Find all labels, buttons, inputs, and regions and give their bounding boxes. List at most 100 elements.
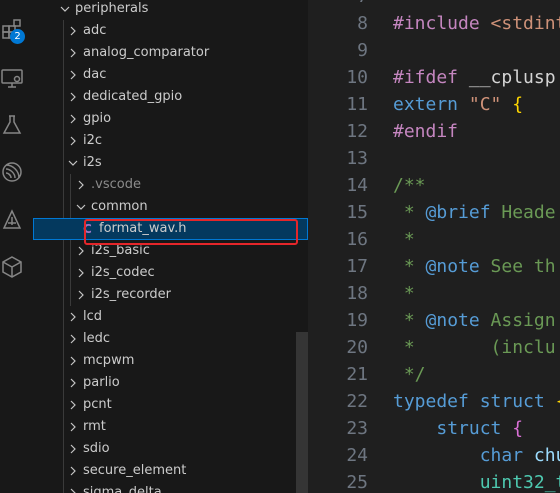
tree-item-lcd[interactable]: lcd bbox=[33, 306, 308, 328]
line-number: 9 bbox=[357, 40, 368, 61]
chevron-right-icon bbox=[67, 108, 79, 130]
tree-item-label: dac bbox=[83, 67, 107, 82]
container-icon[interactable] bbox=[0, 255, 24, 279]
deploy-icon[interactable] bbox=[0, 208, 24, 232]
tree-item-i2s-codec[interactable]: i2s_codec bbox=[33, 262, 308, 284]
tree-item-label: adc bbox=[83, 23, 107, 38]
tree-item-ledc[interactable]: ledc bbox=[33, 328, 308, 350]
chevron-right-icon bbox=[67, 328, 79, 350]
extensions-badge: 2 bbox=[10, 29, 25, 44]
tree-item-sdio[interactable]: sdio bbox=[33, 438, 308, 460]
tree-item-i2s-recorder[interactable]: i2s_recorder bbox=[33, 284, 308, 306]
tree-item-mcpwm[interactable]: mcpwm bbox=[33, 350, 308, 372]
chevron-right-icon bbox=[75, 174, 87, 196]
code-line-15: * @brief Heade bbox=[393, 202, 556, 223]
line-number: 7 bbox=[308, 0, 368, 10]
chevron-right-icon bbox=[67, 86, 79, 108]
annotation-highlight-box bbox=[84, 219, 298, 245]
chevron-right-icon bbox=[75, 284, 87, 306]
code-line-11: extern "C" { bbox=[393, 94, 524, 115]
code-line-20: * (inclu bbox=[393, 337, 556, 358]
tree-item-vscode[interactable]: .vscode bbox=[33, 174, 308, 196]
tree-item-i2s[interactable]: i2s bbox=[33, 152, 308, 174]
tree-item-label: peripherals bbox=[75, 1, 149, 16]
line-number: 23 bbox=[346, 418, 368, 439]
chevron-down-icon bbox=[67, 152, 79, 174]
code-line-23: struct { bbox=[436, 418, 524, 439]
chevron-right-icon bbox=[67, 394, 79, 416]
line-number: 14 bbox=[346, 175, 368, 196]
line-number: 17 bbox=[346, 256, 368, 277]
line-number: 12 bbox=[346, 121, 368, 142]
code-line-22: typedef struct { bbox=[393, 391, 560, 412]
code-line-18: * bbox=[393, 283, 415, 304]
activity-bar: 2 bbox=[0, 0, 33, 493]
code-line-16: * bbox=[393, 229, 415, 250]
code-line-21: */ bbox=[393, 364, 426, 385]
chevron-down-icon bbox=[75, 196, 87, 218]
code-line-10: #ifdef __cplusp bbox=[393, 67, 556, 88]
code-editor[interactable]: 7 8 9 10 11 12 13 14 15 16 17 18 19 20 2… bbox=[308, 0, 560, 493]
code-line-24: char chu bbox=[479, 445, 560, 466]
tree-item-label: rmt bbox=[83, 419, 106, 434]
tree-item-label: pcnt bbox=[83, 397, 112, 412]
tree-item-label: .vscode bbox=[91, 177, 141, 192]
chevron-right-icon bbox=[67, 306, 79, 328]
line-number: 19 bbox=[346, 310, 368, 331]
tree-item-label: secure_element bbox=[83, 463, 187, 478]
tree-item-label: i2c bbox=[83, 133, 103, 148]
sidebar-scrollbar[interactable] bbox=[296, 332, 308, 493]
tree-item-label: sdio bbox=[83, 441, 110, 456]
tree-item-dedicated-gpio[interactable]: dedicated_gpio bbox=[33, 86, 308, 108]
tree-item-parlio[interactable]: parlio bbox=[33, 372, 308, 394]
tree-item-label: gpio bbox=[83, 111, 112, 126]
remote-explorer-icon[interactable] bbox=[0, 66, 24, 90]
code-line-17: * @note See th bbox=[393, 256, 556, 277]
chevron-right-icon bbox=[75, 262, 87, 284]
explorer-tree: peripherals adc analog_comparator dac de… bbox=[33, 0, 308, 493]
code-line-8: #include <stdint bbox=[393, 13, 560, 34]
line-number: 24 bbox=[346, 445, 368, 466]
chevron-right-icon bbox=[67, 372, 79, 394]
tree-item-label: i2s_recorder bbox=[91, 287, 172, 302]
chevron-right-icon bbox=[67, 460, 79, 482]
chevron-right-icon bbox=[67, 20, 79, 42]
chevron-right-icon bbox=[67, 438, 79, 460]
line-number: 21 bbox=[346, 364, 368, 385]
tree-item-label: i2s_codec bbox=[91, 265, 155, 280]
tree-item-label: mcpwm bbox=[83, 353, 135, 368]
tree-item-secure-element[interactable]: secure_element bbox=[33, 460, 308, 482]
line-number: 15 bbox=[346, 202, 368, 223]
chevron-right-icon bbox=[67, 416, 79, 438]
tree-item-label: analog_comparator bbox=[83, 45, 210, 60]
tree-item-sigma-delta[interactable]: sigma_delta bbox=[33, 482, 308, 493]
tree-item-i2c[interactable]: i2c bbox=[33, 130, 308, 152]
tree-item-pcnt[interactable]: pcnt bbox=[33, 394, 308, 416]
line-number: 10 bbox=[346, 67, 368, 88]
tree-item-label: common bbox=[91, 199, 148, 214]
chevron-right-icon bbox=[67, 42, 79, 64]
line-number: 13 bbox=[346, 148, 368, 169]
tree-item-rmt[interactable]: rmt bbox=[33, 416, 308, 438]
tree-item-gpio[interactable]: gpio bbox=[33, 108, 308, 130]
testing-icon[interactable] bbox=[0, 113, 24, 137]
tree-item-peripherals[interactable]: peripherals bbox=[33, 0, 308, 20]
tree-item-dac[interactable]: dac bbox=[33, 64, 308, 86]
esp-idf-icon[interactable] bbox=[0, 160, 24, 184]
line-number: 20 bbox=[346, 337, 368, 358]
line-number: 11 bbox=[346, 94, 368, 115]
tree-item-adc[interactable]: adc bbox=[33, 20, 308, 42]
code-line-12: #endif bbox=[393, 121, 459, 142]
code-line-19: * @note Assign bbox=[393, 310, 556, 331]
code-line-14: /** bbox=[393, 175, 426, 196]
line-number: 25 bbox=[346, 472, 368, 493]
tree-item-label: ledc bbox=[83, 331, 111, 346]
tree-item-label: sigma_delta bbox=[83, 485, 162, 493]
tree-item-label: dedicated_gpio bbox=[83, 89, 183, 104]
code-line-25: uint32_t bbox=[479, 472, 560, 493]
tree-item-common[interactable]: common bbox=[33, 196, 308, 218]
tree-item-label: i2s bbox=[83, 155, 102, 170]
tree-item-analog-comparator[interactable]: analog_comparator bbox=[33, 42, 308, 64]
line-number: 8 bbox=[357, 13, 368, 34]
tree-item-label: lcd bbox=[83, 309, 103, 324]
